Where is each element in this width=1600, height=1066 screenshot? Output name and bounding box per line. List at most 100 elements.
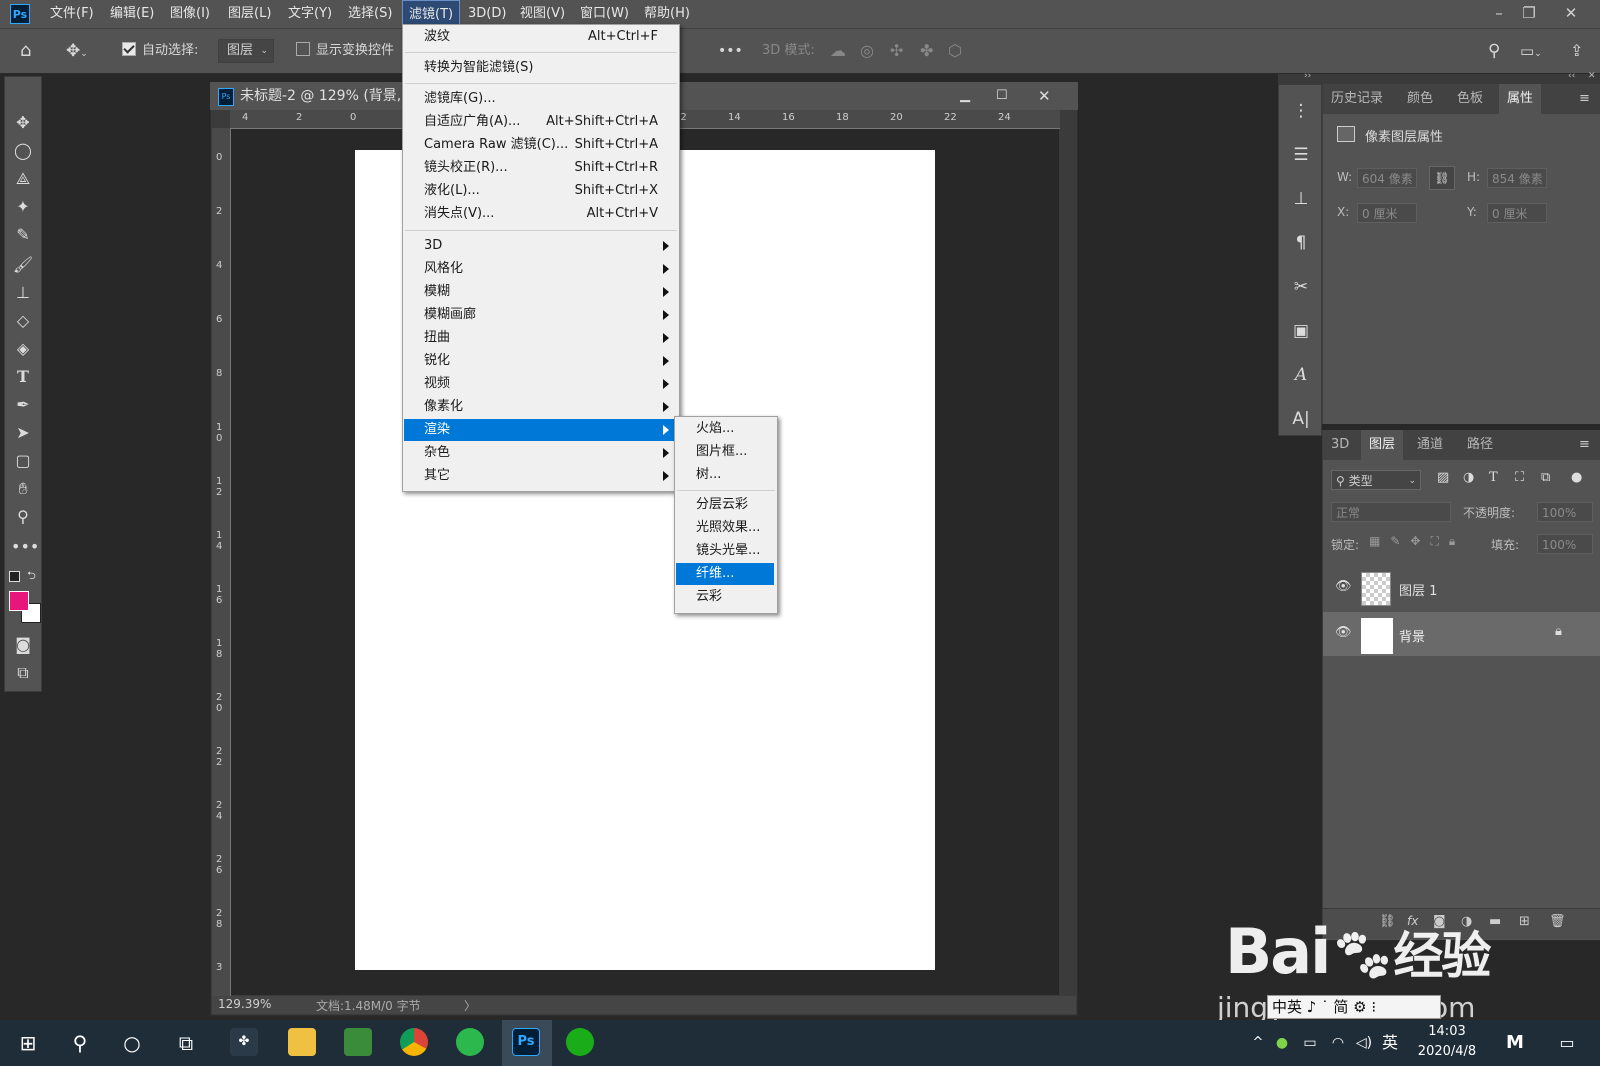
filter-toggle-icon[interactable]: ● bbox=[1571, 470, 1582, 485]
tab-properties[interactable]: 属性 bbox=[1499, 84, 1542, 114]
ime-indicator[interactable]: 英 bbox=[1378, 1020, 1402, 1066]
tab-channels[interactable]: 通道 bbox=[1409, 430, 1451, 460]
browser-icon[interactable] bbox=[456, 1028, 484, 1056]
filter-submenu-render[interactable]: 渲染 bbox=[404, 419, 676, 441]
search-icon[interactable]: ⚲ bbox=[60, 1020, 100, 1066]
notification-icon[interactable]: ▭ bbox=[1552, 1020, 1582, 1066]
paragraph-icon[interactable]: ¶ bbox=[1289, 231, 1313, 255]
filter-item-liquify[interactable]: 液化(L)... Shift+Ctrl+X bbox=[404, 180, 676, 202]
filter-submenu-video[interactable]: 视频 bbox=[404, 373, 676, 395]
3d-slide-icon[interactable]: ✤ bbox=[920, 29, 933, 73]
fill-field[interactable]: 100% bbox=[1537, 534, 1593, 554]
tool-presets-icon[interactable]: ✂ bbox=[1289, 275, 1313, 299]
collapse-panels-icon[interactable]: ‹‹ bbox=[1568, 71, 1575, 81]
cortana-icon[interactable]: ○ bbox=[112, 1020, 152, 1066]
filter-submenu-3d[interactable]: 3D bbox=[404, 235, 676, 257]
tray-m-icon[interactable]: M bbox=[1500, 1020, 1530, 1066]
layers-panel-menu-icon[interactable]: ≡ bbox=[1579, 430, 1590, 460]
restore-icon[interactable]: ❐ bbox=[1514, 0, 1544, 28]
layer-row[interactable]: 👁︎ 图层 1 bbox=[1323, 566, 1600, 610]
menu-type[interactable]: 文字(Y) bbox=[282, 0, 338, 28]
3d-drag-icon[interactable]: ✣ bbox=[890, 29, 903, 73]
menu-edit[interactable]: 编辑(E) bbox=[104, 0, 160, 28]
filter-submenu-blur[interactable]: 模糊 bbox=[404, 281, 676, 303]
doc-info[interactable]: 文档:1.48M/0 字节 bbox=[316, 997, 421, 1014]
file-explorer-icon[interactable] bbox=[288, 1028, 316, 1056]
eye-icon[interactable]: 👁︎ bbox=[1335, 625, 1352, 640]
swap-colors-icon[interactable]: ⮌ bbox=[27, 567, 36, 586]
pen-tool-icon[interactable]: ✒ bbox=[11, 393, 35, 417]
render-item-tree[interactable]: 树... bbox=[676, 464, 774, 486]
start-icon[interactable]: ⊞ bbox=[8, 1020, 48, 1066]
libraries-icon[interactable]: ▣ bbox=[1289, 319, 1313, 343]
layer-filter-dropdown[interactable]: ⚲ 类型 ⌄ bbox=[1331, 470, 1421, 490]
vertical-ruler[interactable]: 0 2 4 6 8 1 0 1 2 1 4 1 6 1 8 2 0 2 2 2 4 2 6 2 8 3 bbox=[212, 128, 231, 996]
path-select-tool-icon[interactable]: ➤ bbox=[11, 421, 35, 445]
minimize-icon[interactable]: – bbox=[1484, 0, 1514, 28]
filter-submenu-pixelate[interactable]: 像素化 bbox=[404, 396, 676, 418]
brush-settings-icon[interactable]: ⋮ bbox=[1289, 99, 1313, 123]
auto-select-checkbox[interactable]: 自动选择: bbox=[122, 29, 198, 73]
tab-layers[interactable]: 图层 bbox=[1361, 430, 1404, 460]
close-panels-icon[interactable]: ✕ bbox=[1588, 71, 1596, 81]
collapse-strip-icon[interactable]: ›› bbox=[1304, 71, 1311, 81]
photoshop-taskbar-icon[interactable]: Ps bbox=[512, 1028, 540, 1056]
move-tool-preset-icon[interactable]: ✥⌄ bbox=[66, 29, 88, 73]
search-icon[interactable]: ⚲ bbox=[1488, 29, 1500, 73]
auto-select-dropdown[interactable]: 图层 ⌄ bbox=[218, 29, 275, 73]
more-tools-icon[interactable]: ••• bbox=[11, 535, 39, 559]
layer-row-selected[interactable]: 👁︎ 背景 🔒︎ bbox=[1323, 612, 1600, 656]
doc-minimize-icon[interactable]: ▁ bbox=[960, 82, 970, 110]
show-transform-checkbox[interactable]: 显示变换控件 bbox=[296, 29, 394, 73]
status-arrow-icon[interactable]: 〉 bbox=[464, 997, 476, 1014]
stamp-tool-icon[interactable]: ⊥ bbox=[11, 281, 35, 305]
filter-item-vanishing-point[interactable]: 消失点(V)... Alt+Ctrl+V bbox=[404, 203, 676, 225]
glyphs-icon[interactable]: A bbox=[1289, 363, 1313, 387]
render-item-flame[interactable]: 火焰... bbox=[676, 418, 774, 440]
filter-item-lens-correction[interactable]: 镜头校正(R)... Shift+Ctrl+R bbox=[404, 157, 676, 179]
hand-tool-icon[interactable]: ✋︎ bbox=[11, 477, 35, 501]
eraser-tool-icon[interactable]: ◇ bbox=[11, 309, 35, 333]
menu-file[interactable]: 文件(F) bbox=[44, 0, 100, 28]
zoom-level[interactable]: 129.39% bbox=[218, 997, 271, 1011]
volume-icon[interactable]: ◁) bbox=[1352, 1020, 1376, 1066]
filter-submenu-noise[interactable]: 杂色 bbox=[404, 442, 676, 464]
close-icon[interactable]: ✕ bbox=[1556, 0, 1586, 28]
brush-tool-icon[interactable]: 🖌︎ bbox=[11, 253, 35, 277]
eye-icon[interactable]: 👁︎ bbox=[1335, 579, 1352, 594]
wifi-icon[interactable]: ◠ bbox=[1326, 1020, 1350, 1066]
render-item-difference-clouds[interactable]: 分层云彩 bbox=[676, 494, 774, 516]
type-tool-icon[interactable]: T bbox=[11, 365, 35, 389]
workspace-icon[interactable]: ▭⌄ bbox=[1520, 29, 1542, 73]
tray-expand-icon[interactable]: ^ bbox=[1248, 1020, 1268, 1066]
tab-history[interactable]: 历史记录 bbox=[1323, 84, 1391, 114]
document-title[interactable]: 未标题-2 @ 129% (背景, R bbox=[240, 82, 415, 110]
character-icon[interactable]: A| bbox=[1289, 407, 1313, 431]
doc-maximize-icon[interactable]: ☐ bbox=[996, 82, 1008, 110]
blend-mode-dropdown[interactable]: 正常 bbox=[1331, 502, 1451, 522]
render-item-clouds[interactable]: 云彩 bbox=[676, 586, 774, 608]
layer-name[interactable]: 背景 bbox=[1399, 626, 1425, 645]
foreground-color-swatch[interactable] bbox=[9, 591, 29, 611]
chrome-icon[interactable] bbox=[400, 1028, 428, 1056]
filter-item-camera-raw[interactable]: Camera Raw 滤镜(C)... Shift+Ctrl+A bbox=[404, 134, 676, 156]
default-colors-icon[interactable] bbox=[9, 571, 20, 582]
x-field[interactable]: 0 厘米 bbox=[1357, 203, 1417, 223]
render-item-lighting-effects[interactable]: 光照效果... bbox=[676, 517, 774, 539]
delete-layer-icon[interactable]: 🗑︎ bbox=[1549, 914, 1566, 929]
app-pinwheel-icon[interactable]: ✤ bbox=[230, 1028, 258, 1056]
render-item-picture-frame[interactable]: 图片框... bbox=[676, 441, 774, 463]
filter-pixel-icon[interactable]: ▨ bbox=[1437, 470, 1449, 485]
clone-source-icon[interactable]: ⊥ bbox=[1289, 187, 1313, 211]
menu-layer[interactable]: 图层(L) bbox=[222, 0, 277, 28]
app-green-icon[interactable] bbox=[344, 1028, 372, 1056]
3d-roll-icon[interactable]: ◎ bbox=[860, 29, 874, 73]
home-icon[interactable]: ⌂ bbox=[20, 29, 31, 73]
paint-bucket-tool-icon[interactable]: ◈ bbox=[11, 337, 35, 361]
eyedropper-tool-icon[interactable]: ✎ bbox=[11, 223, 35, 247]
more-options-button[interactable]: ••• bbox=[718, 29, 743, 73]
filter-adjustment-icon[interactable]: ◑ bbox=[1463, 470, 1474, 485]
task-view-icon[interactable]: ⧉ bbox=[166, 1020, 206, 1066]
render-item-fibers[interactable]: 纤维... bbox=[676, 563, 774, 585]
share-icon[interactable]: ⇪ bbox=[1570, 29, 1583, 73]
